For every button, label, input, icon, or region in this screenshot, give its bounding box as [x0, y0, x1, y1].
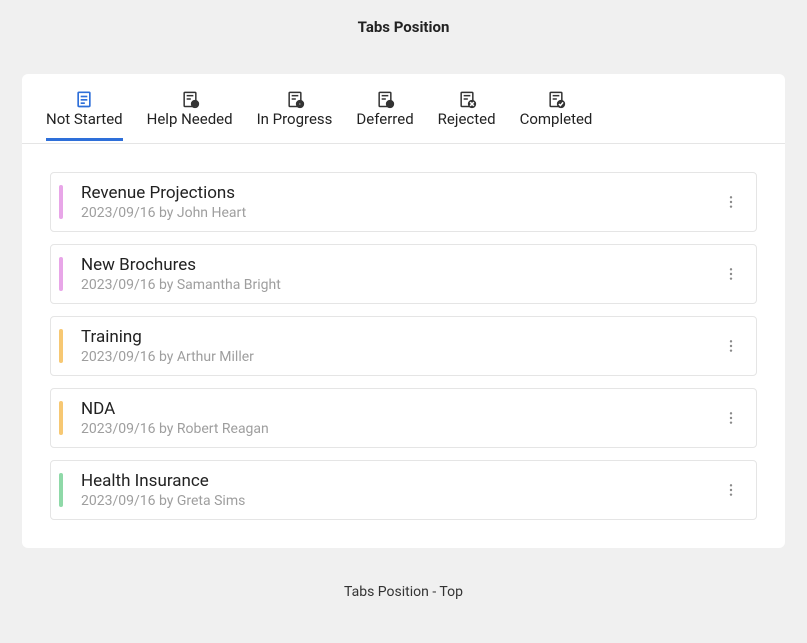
- tab-label: Completed: [520, 110, 593, 128]
- in-progress-icon: [283, 90, 307, 108]
- task-overflow-menu[interactable]: [716, 471, 746, 509]
- task-overflow-menu[interactable]: [716, 255, 746, 293]
- task-priority-bar: [59, 257, 63, 291]
- tab-label: Not Started: [46, 110, 123, 128]
- page-title: Tabs Position: [0, 0, 807, 46]
- task-card: Training 2023/09/16 by Arthur Miller: [50, 316, 757, 376]
- task-overflow-menu[interactable]: [716, 399, 746, 437]
- task-priority-bar: [59, 185, 63, 219]
- tab-deferred[interactable]: Deferred: [356, 84, 413, 143]
- task-meta: 2023/09/16 by Robert Reagan: [81, 421, 716, 437]
- tabs-bar: Not Started ! Help Needed In Progress De…: [22, 74, 785, 144]
- task-priority-bar: [59, 473, 63, 507]
- tab-in-progress[interactable]: In Progress: [257, 84, 333, 143]
- help-needed-icon: !: [178, 90, 202, 108]
- tab-completed[interactable]: Completed: [520, 84, 593, 143]
- tab-label: Help Needed: [147, 110, 233, 128]
- task-info: New Brochures 2023/09/16 by Samantha Bri…: [81, 255, 716, 293]
- task-overflow-menu[interactable]: [716, 183, 746, 221]
- deferred-icon: [373, 90, 397, 108]
- task-info: Training 2023/09/16 by Arthur Miller: [81, 327, 716, 365]
- task-list: Revenue Projections 2023/09/16 by John H…: [22, 144, 785, 520]
- rejected-icon: [455, 90, 479, 108]
- kebab-icon: [723, 338, 739, 354]
- tab-rejected[interactable]: Rejected: [438, 84, 496, 143]
- task-card: Health Insurance 2023/09/16 by Greta Sim…: [50, 460, 757, 520]
- tab-label: In Progress: [257, 110, 333, 128]
- footer-label: Tabs Position - Top: [0, 548, 807, 600]
- task-title: Revenue Projections: [81, 183, 716, 203]
- task-meta: 2023/09/16 by Samantha Bright: [81, 277, 716, 293]
- kebab-icon: [723, 410, 739, 426]
- task-info: Revenue Projections 2023/09/16 by John H…: [81, 183, 716, 221]
- tabs-panel: Not Started ! Help Needed In Progress De…: [22, 74, 785, 548]
- completed-icon: [544, 90, 568, 108]
- task-card: New Brochures 2023/09/16 by Samantha Bri…: [50, 244, 757, 304]
- task-overflow-menu[interactable]: [716, 327, 746, 365]
- svg-text:!: !: [194, 101, 196, 109]
- kebab-icon: [723, 194, 739, 210]
- task-title: Health Insurance: [81, 471, 716, 491]
- task-card: Revenue Projections 2023/09/16 by John H…: [50, 172, 757, 232]
- tab-not-started[interactable]: Not Started: [46, 84, 123, 143]
- task-meta: 2023/09/16 by John Heart: [81, 205, 716, 221]
- task-title: Training: [81, 327, 716, 347]
- tab-label: Rejected: [438, 110, 496, 128]
- task-title: New Brochures: [81, 255, 716, 275]
- task-info: Health Insurance 2023/09/16 by Greta Sim…: [81, 471, 716, 509]
- kebab-icon: [723, 266, 739, 282]
- task-priority-bar: [59, 401, 63, 435]
- task-meta: 2023/09/16 by Arthur Miller: [81, 349, 716, 365]
- task-title: NDA: [81, 399, 716, 419]
- task-info: NDA 2023/09/16 by Robert Reagan: [81, 399, 716, 437]
- kebab-icon: [723, 482, 739, 498]
- not-started-icon: [72, 90, 96, 108]
- task-card: NDA 2023/09/16 by Robert Reagan: [50, 388, 757, 448]
- tab-help-needed[interactable]: ! Help Needed: [147, 84, 233, 143]
- task-meta: 2023/09/16 by Greta Sims: [81, 493, 716, 509]
- task-priority-bar: [59, 329, 63, 363]
- tab-label: Deferred: [356, 110, 413, 128]
